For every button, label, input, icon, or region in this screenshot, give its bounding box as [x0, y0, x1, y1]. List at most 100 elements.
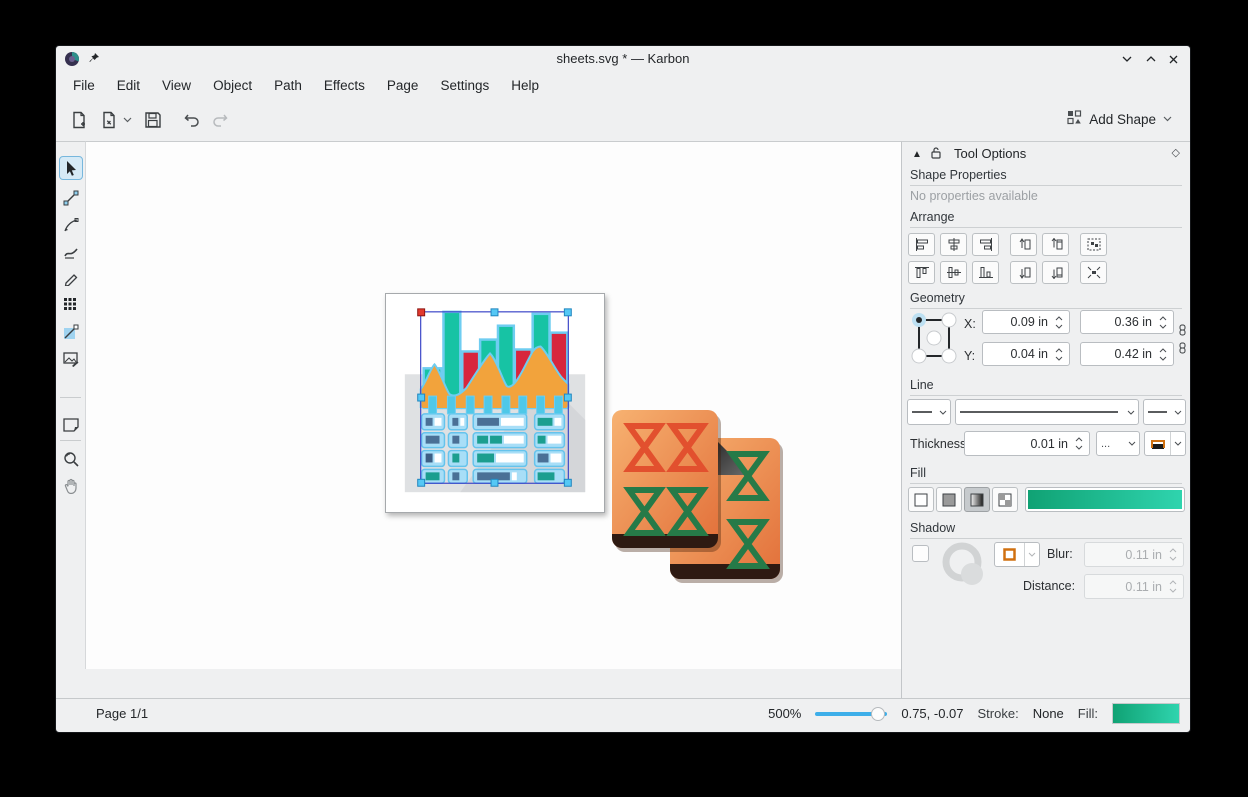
chart-artwork[interactable]	[386, 294, 604, 512]
fill-solid-button[interactable]	[936, 487, 962, 512]
front-sheet	[612, 410, 721, 552]
pan-tool[interactable]	[59, 474, 83, 498]
menu-item-effects[interactable]: Effects	[313, 75, 376, 96]
fill-label: Fill:	[1078, 706, 1098, 721]
edit-path-tool[interactable]	[59, 186, 83, 210]
butt-cap-icon	[1150, 438, 1166, 450]
window-title: sheets.svg * — Karbon	[56, 51, 1190, 66]
y-spinbox[interactable]: 0.04 in	[982, 342, 1070, 366]
line-start-marker-combo[interactable]	[907, 399, 951, 425]
line-end-marker-combo[interactable]	[1143, 399, 1186, 425]
zoom-slider[interactable]	[815, 707, 887, 721]
menu-item-page[interactable]: Page	[376, 75, 430, 96]
stroke-value: None	[1033, 706, 1064, 721]
fill-swatch[interactable]	[1112, 703, 1180, 724]
tool-dock	[56, 141, 85, 699]
y-label: Y:	[964, 349, 975, 363]
gradient-preview[interactable]	[1025, 487, 1185, 512]
selection-origin-handle	[418, 309, 425, 316]
ungroup-shapes-button[interactable]	[1080, 261, 1107, 284]
fill-gradient-button[interactable]	[964, 487, 990, 512]
send-to-back-button[interactable]	[1042, 261, 1069, 284]
pattern-tool[interactable]	[59, 293, 83, 317]
align-top-button[interactable]	[908, 261, 935, 284]
fill-pattern-button[interactable]	[992, 487, 1018, 512]
blur-label: Blur:	[1047, 547, 1073, 561]
line-style-combo[interactable]	[955, 399, 1139, 425]
calligraphy-tool[interactable]	[59, 240, 83, 264]
select-tool[interactable]	[59, 156, 83, 180]
align-right-button[interactable]	[972, 233, 999, 256]
shadow-enable-checkbox[interactable]	[912, 545, 929, 562]
dock-separator	[60, 397, 81, 398]
zoom-tool[interactable]	[59, 447, 83, 471]
status-bar: Page 1/1 500% 0.75, -0.07 Stroke: None F…	[56, 698, 1190, 728]
menu-item-edit[interactable]: Edit	[106, 75, 151, 96]
canvas[interactable]	[85, 141, 903, 669]
align-bottom-button[interactable]	[972, 261, 999, 284]
add-shape-button[interactable]: Add Shape	[1063, 108, 1176, 130]
cap-join-style-button[interactable]	[1144, 431, 1186, 456]
image-tool[interactable]	[59, 347, 83, 371]
dash-pattern-combo[interactable]: ...	[1096, 431, 1140, 456]
menu-item-file[interactable]: File	[62, 75, 106, 96]
line-header: Line	[910, 378, 1182, 396]
width-spinbox[interactable]: 0.36 in	[1080, 310, 1174, 334]
float-docker-icon[interactable]: ◇	[1172, 146, 1180, 159]
redo-icon[interactable]	[209, 109, 231, 131]
menu-item-view[interactable]: View	[151, 75, 202, 96]
new-document-icon[interactable]	[68, 109, 90, 131]
sheets-icon-artwork[interactable]	[610, 404, 788, 586]
lock-icon[interactable]	[930, 146, 942, 162]
fill-none-button[interactable]	[908, 487, 934, 512]
x-label: X:	[964, 317, 976, 331]
menu-item-help[interactable]: Help	[500, 75, 550, 96]
menu-item-object[interactable]: Object	[202, 75, 263, 96]
dock-separator	[60, 440, 81, 441]
blur-spinbox[interactable]: 0.11 in	[1084, 542, 1184, 567]
shadow-color-button[interactable]	[994, 542, 1040, 567]
align-vcenter-button[interactable]	[940, 261, 967, 284]
shadow-header: Shadow	[910, 521, 1182, 539]
chart-band	[422, 397, 568, 408]
open-dropdown-chevron-icon[interactable]	[120, 109, 134, 131]
menu-item-path[interactable]: Path	[263, 75, 313, 96]
close-button[interactable]	[1164, 51, 1182, 67]
geometry-header: Geometry	[910, 291, 1182, 309]
shadow-preview[interactable]	[942, 542, 988, 593]
keep-ratio-chain-icon[interactable]	[1178, 324, 1187, 339]
zoom-slider-handle[interactable]	[871, 707, 885, 721]
open-document-icon[interactable]	[98, 109, 120, 131]
anchor-selector[interactable]	[911, 312, 957, 367]
group-shapes-button[interactable]	[1080, 233, 1107, 256]
pencil-tool[interactable]	[59, 266, 83, 290]
document-page[interactable]	[385, 293, 605, 513]
zoom-level[interactable]: 500%	[768, 706, 801, 721]
bring-to-front-button[interactable]	[1042, 233, 1069, 256]
save-icon[interactable]	[142, 109, 164, 131]
align-hcenter-button[interactable]	[940, 233, 967, 256]
shape-edit-tool[interactable]	[59, 412, 83, 436]
x-spinbox[interactable]: 0.09 in	[982, 310, 1070, 334]
distance-spinbox[interactable]: 0.11 in	[1084, 574, 1184, 599]
docker-title[interactable]: Tool Options	[954, 146, 1026, 161]
thickness-spinbox[interactable]: 0.01 in	[964, 431, 1090, 456]
maximize-button[interactable]	[1142, 51, 1160, 67]
collapse-icon[interactable]: ▲	[912, 149, 922, 160]
keep-ratio-chain-icon-2[interactable]	[1178, 342, 1187, 357]
page-indicator: Page 1/1	[96, 706, 148, 721]
pen-tool[interactable]	[59, 213, 83, 237]
align-left-button[interactable]	[908, 233, 935, 256]
cursor-coordinates: 0.75, -0.07	[901, 706, 963, 721]
main-toolbar: Add Shape	[56, 98, 1190, 141]
height-spinbox[interactable]: 0.42 in	[1080, 342, 1174, 366]
gradient-tool[interactable]	[59, 320, 83, 344]
undo-icon[interactable]	[181, 109, 203, 131]
distance-label: Distance:	[1023, 579, 1075, 593]
menu-item-settings[interactable]: Settings	[429, 75, 500, 96]
lower-shape-button[interactable]	[1010, 261, 1037, 284]
raise-shape-button[interactable]	[1010, 233, 1037, 256]
minimize-button[interactable]	[1118, 51, 1136, 67]
no-properties-text: No properties available	[910, 189, 1038, 203]
titlebar[interactable]: sheets.svg * — Karbon	[56, 46, 1190, 72]
